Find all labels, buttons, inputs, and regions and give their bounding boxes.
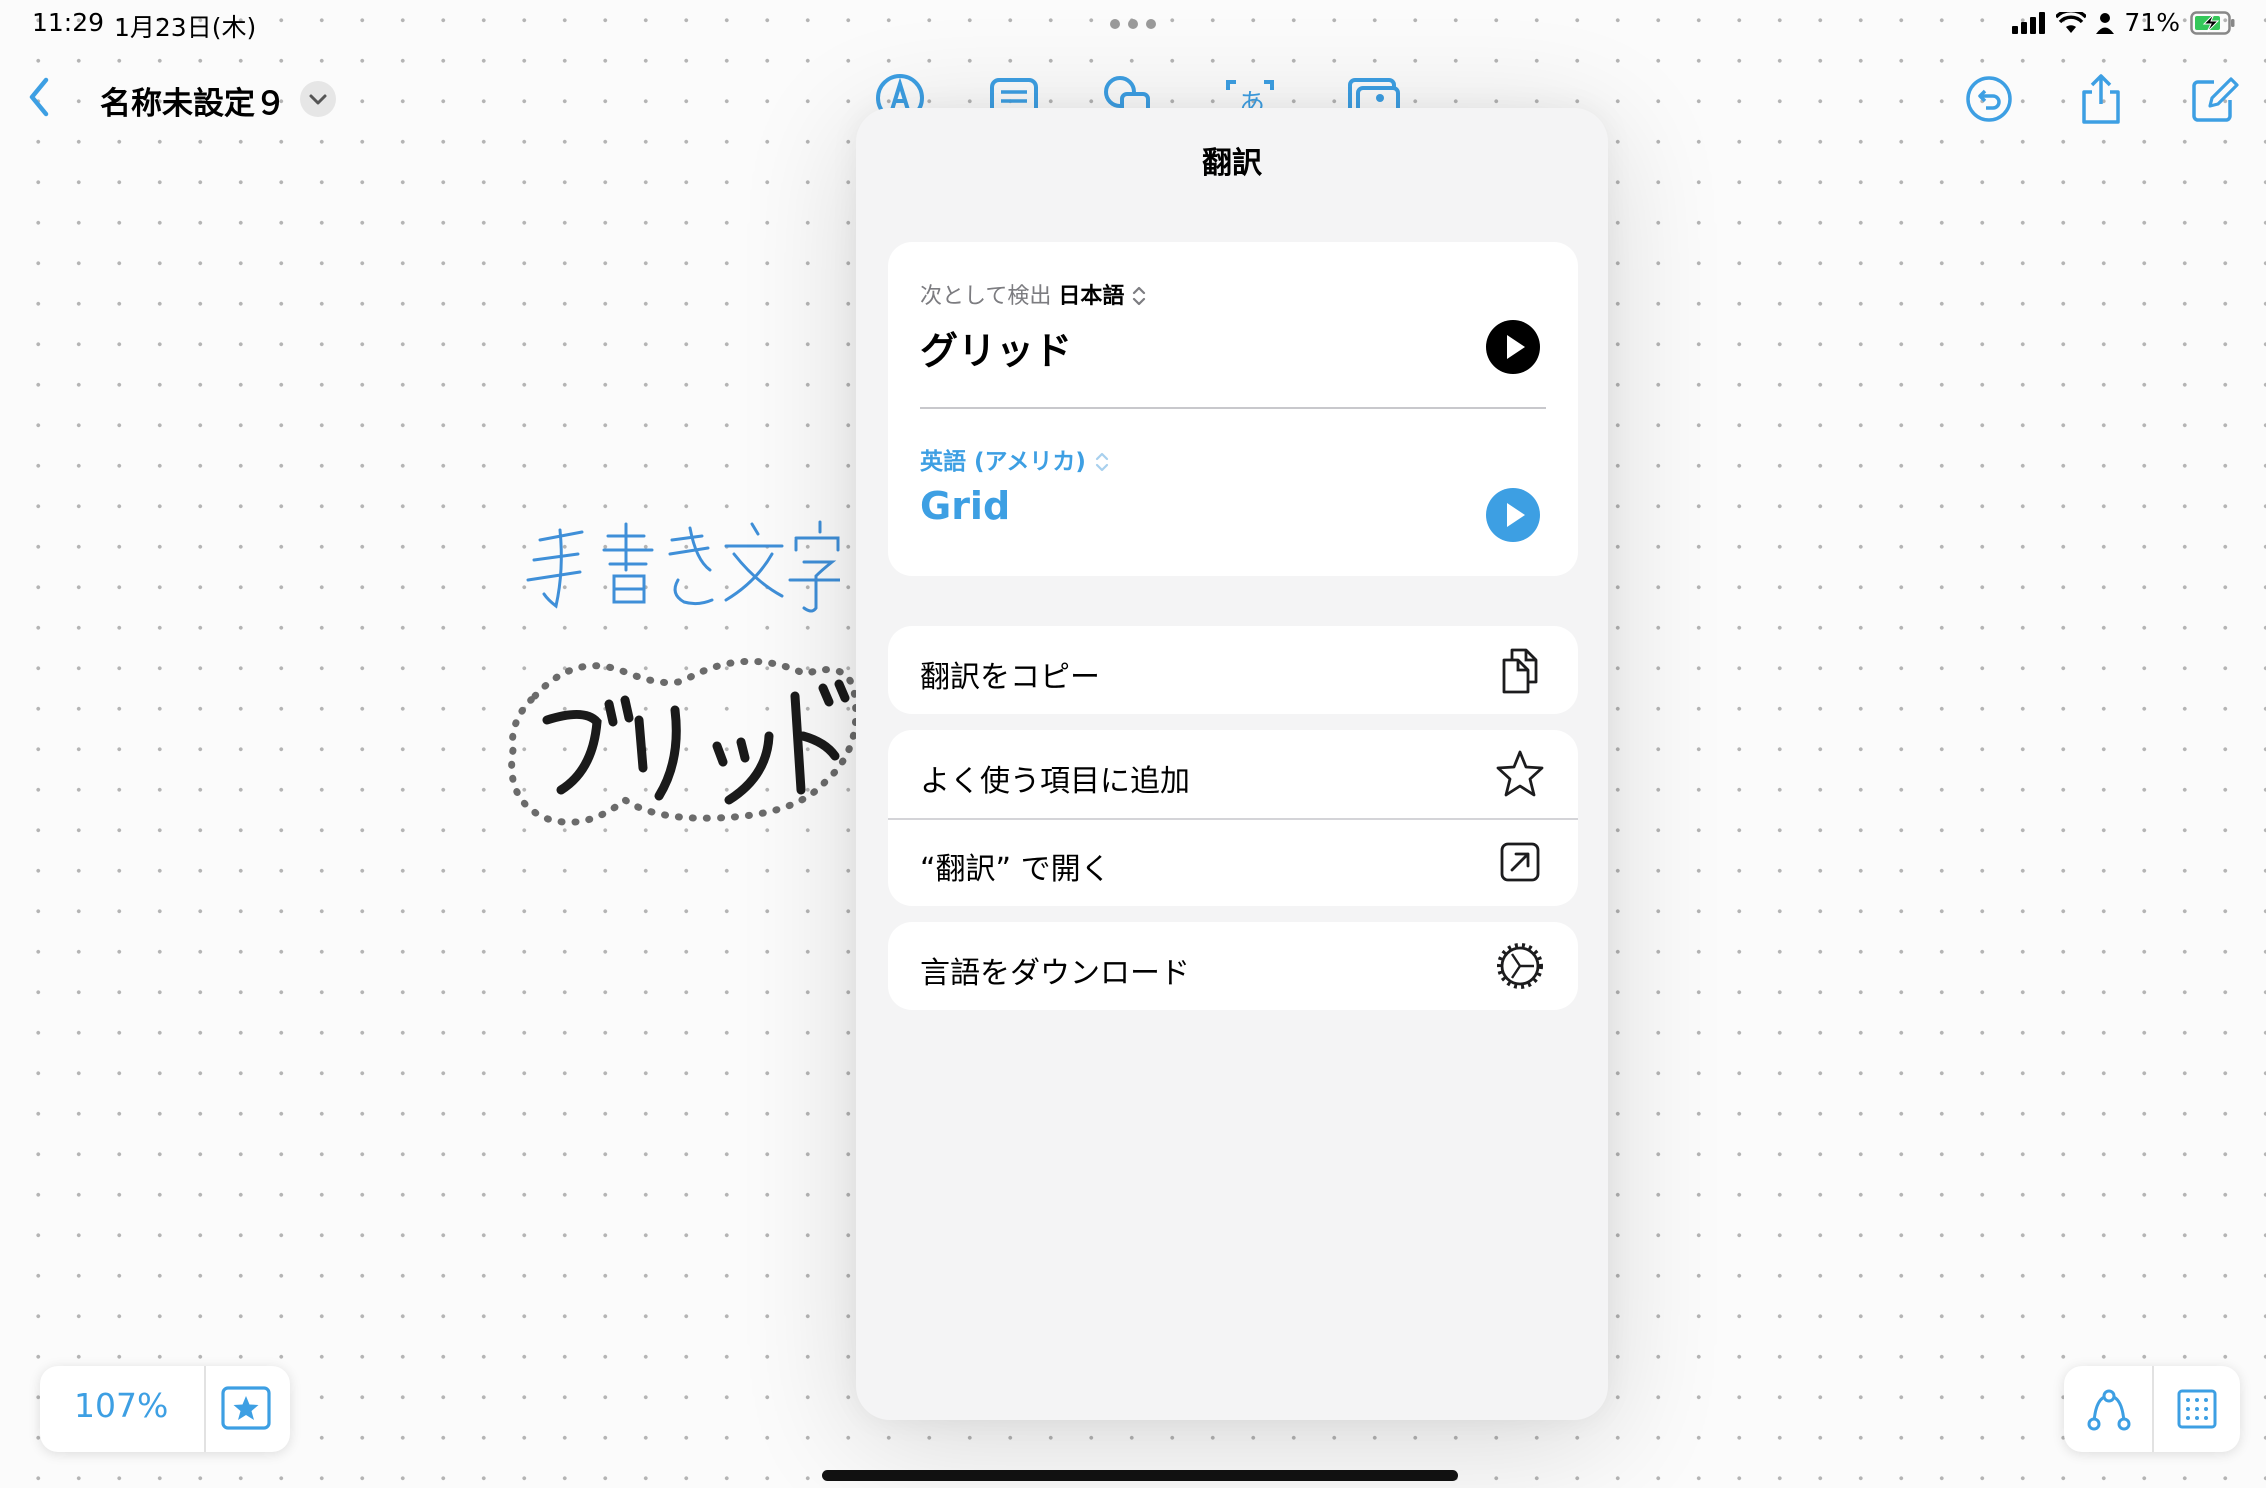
home-indicator[interactable] bbox=[822, 1470, 1458, 1481]
target-language[interactable]: 英語 (アメリカ) bbox=[920, 449, 1086, 475]
play-icon bbox=[1507, 503, 1525, 527]
gear-icon bbox=[1497, 943, 1543, 989]
undo-button[interactable] bbox=[1962, 72, 2016, 126]
handwriting-text-blue[interactable] bbox=[520, 510, 842, 624]
favorites-star-icon bbox=[221, 1386, 271, 1430]
open-in-translate-button[interactable]: “翻訳” で開く bbox=[888, 818, 1578, 906]
connector-icon bbox=[2087, 1389, 2131, 1431]
wifi-icon bbox=[2056, 11, 2087, 33]
compose-button[interactable] bbox=[2186, 72, 2240, 126]
card-divider bbox=[920, 407, 1546, 409]
popover-title: 翻訳 bbox=[1202, 146, 1262, 181]
compose-icon bbox=[2192, 77, 2239, 122]
multitasking-dots-icon[interactable] bbox=[1108, 16, 1158, 35]
action-card: よく使う項目に追加 “翻訳” で開く bbox=[888, 730, 1578, 906]
copy-translation-label: 翻訳をコピー bbox=[920, 660, 1100, 695]
chevron-up-down-icon bbox=[1095, 452, 1109, 472]
copy-card: 翻訳をコピー bbox=[888, 626, 1578, 714]
translated-text: Grid bbox=[920, 484, 1011, 528]
translate-popover: 翻訳 次として検出 日本語 グリッド 英語 (アメリカ) Grid 翻訳をコピー… bbox=[856, 108, 1608, 1420]
translation-card: 次として検出 日本語 グリッド 英語 (アメリカ) Grid bbox=[888, 242, 1578, 576]
title-menu-button[interactable] bbox=[300, 81, 336, 117]
status-time: 11:29 bbox=[32, 8, 105, 37]
open-in-translate-label: “翻訳” で開く bbox=[920, 852, 1111, 887]
chevron-left-icon bbox=[29, 77, 49, 117]
document-title[interactable]: 名称未設定９ bbox=[100, 78, 286, 123]
grid-icon bbox=[2177, 1389, 2217, 1429]
zoom-level[interactable]: 107% bbox=[74, 1386, 168, 1425]
canvas-tools bbox=[2064, 1366, 2240, 1452]
target-language-row[interactable]: 英語 (アメリカ) bbox=[920, 442, 1110, 476]
favorites-button[interactable] bbox=[220, 1384, 272, 1434]
play-icon bbox=[1507, 335, 1525, 359]
battery-charging-icon bbox=[2190, 10, 2235, 35]
copy-translation-button[interactable]: 翻訳をコピー bbox=[888, 626, 1578, 714]
open-external-icon bbox=[1500, 842, 1540, 882]
status-indicators: 71% bbox=[2012, 8, 2236, 37]
play-source-button[interactable] bbox=[1486, 320, 1540, 374]
play-translation-button[interactable] bbox=[1486, 488, 1540, 542]
detected-language-row[interactable]: 次として検出 日本語 bbox=[920, 278, 1147, 310]
battery-percent: 71% bbox=[2124, 8, 2180, 37]
detected-prefix: 次として検出 bbox=[920, 284, 1052, 309]
download-languages-label: 言語をダウンロード bbox=[920, 956, 1190, 991]
chevron-up-down-icon bbox=[1133, 286, 1146, 306]
share-icon bbox=[2082, 74, 2120, 124]
zoom-control: 107% bbox=[40, 1366, 290, 1452]
source-text: グリッド bbox=[920, 329, 1073, 373]
undo-icon bbox=[1966, 76, 2012, 122]
grid-button[interactable] bbox=[2170, 1382, 2224, 1436]
status-date: 1月23日(木) bbox=[114, 13, 257, 42]
cellular-signal-icon bbox=[2012, 11, 2046, 34]
star-icon bbox=[1496, 750, 1544, 797]
person-icon bbox=[2096, 12, 2115, 34]
back-button[interactable] bbox=[20, 72, 60, 122]
download-languages-button[interactable]: 言語をダウンロード bbox=[888, 922, 1578, 1010]
share-button[interactable] bbox=[2074, 72, 2128, 126]
download-card: 言語をダウンロード bbox=[888, 922, 1578, 1010]
tools-divider bbox=[2152, 1366, 2154, 1452]
add-favorite-button[interactable]: よく使う項目に追加 bbox=[888, 730, 1578, 820]
zoom-divider bbox=[204, 1366, 206, 1452]
handwriting-selection[interactable] bbox=[505, 650, 875, 844]
detected-language[interactable]: 日本語 bbox=[1058, 284, 1124, 309]
copy-icon bbox=[1502, 648, 1538, 694]
add-favorite-label: よく使う項目に追加 bbox=[920, 764, 1190, 799]
connector-button[interactable] bbox=[2082, 1382, 2136, 1436]
chevron-down-icon bbox=[309, 94, 327, 105]
